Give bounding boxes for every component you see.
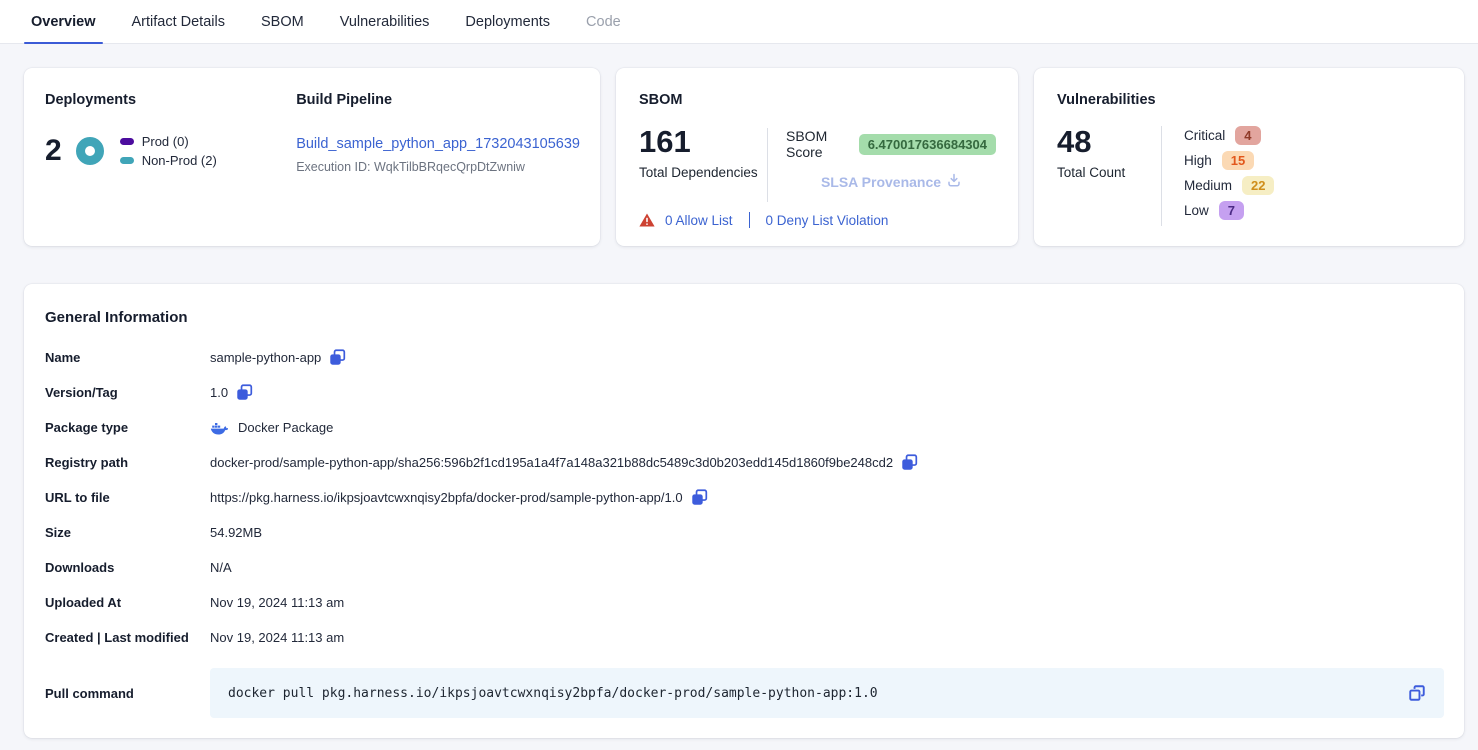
tab-deployments[interactable]: Deployments xyxy=(458,0,557,43)
info-row-pull-command: Pull command docker pull pkg.harness.io/… xyxy=(45,668,1444,718)
deployments-legend: Prod (0) Non-Prod (2) xyxy=(120,130,217,172)
severity-row-low: Low 7 xyxy=(1184,201,1274,220)
info-label: Pull command xyxy=(45,686,210,701)
download-icon xyxy=(947,173,961,190)
legend-item-nonprod: Non-Prod (2) xyxy=(120,153,217,168)
docker-icon xyxy=(210,421,228,435)
info-label: Package type xyxy=(45,420,210,435)
sbom-total: 161 xyxy=(639,126,767,157)
general-information-title: General Information xyxy=(45,309,1444,326)
severity-count-badge: 7 xyxy=(1219,201,1244,220)
build-pipeline-title: Build Pipeline xyxy=(296,92,580,108)
pull-command-box: docker pull pkg.harness.io/ikpsjoavtcwxn… xyxy=(210,668,1444,718)
severity-label: Low xyxy=(1184,203,1209,218)
prod-swatch xyxy=(120,138,134,145)
slsa-provenance-label: SLSA Provenance xyxy=(821,174,941,190)
general-information-card: General Information Name sample-python-a… xyxy=(24,284,1464,738)
info-row-size: Size 54.92MB xyxy=(45,515,1444,550)
info-label: Uploaded At xyxy=(45,595,210,610)
severity-count-badge: 15 xyxy=(1222,151,1254,170)
package-type-value: Docker Package xyxy=(238,420,333,435)
overview-content: Deployments 2 Prod (0) Non-Prod (2) xyxy=(0,44,1478,750)
execution-id: Execution ID: WqkTilbBRqecQrpDtZwniw xyxy=(296,160,580,174)
nonprod-swatch xyxy=(120,157,134,164)
pipeline-link[interactable]: Build_sample_python_app_1732043105639 xyxy=(296,136,580,152)
copy-icon[interactable] xyxy=(329,349,346,366)
info-label: Size xyxy=(45,525,210,540)
divider xyxy=(767,128,768,202)
tab-vulnerabilities[interactable]: Vulnerabilities xyxy=(333,0,437,43)
copy-icon[interactable] xyxy=(691,489,708,506)
tab-overview[interactable]: Overview xyxy=(24,0,103,43)
tab-sbom[interactable]: SBOM xyxy=(254,0,311,43)
severity-list: Critical 4 High 15 Medium 22 Low 7 xyxy=(1184,126,1274,226)
info-label: URL to file xyxy=(45,490,210,505)
version-value: 1.0 xyxy=(210,385,228,400)
size-value: 54.92MB xyxy=(210,525,262,540)
tab-code: Code xyxy=(579,0,628,43)
downloads-value: N/A xyxy=(210,560,232,575)
sbom-score-badge: 6.470017636684304 xyxy=(859,134,996,155)
info-row-name: Name sample-python-app xyxy=(45,340,1444,375)
severity-label: High xyxy=(1184,153,1212,168)
deployments-section: Deployments 2 Prod (0) Non-Prod (2) xyxy=(45,92,276,226)
info-row-package-type: Package type Docker Package xyxy=(45,410,1444,445)
tab-bar: Overview Artifact Details SBOM Vulnerabi… xyxy=(0,0,1478,44)
info-row-downloads: Downloads N/A xyxy=(45,550,1444,585)
registry-path-value: docker-prod/sample-python-app/sha256:596… xyxy=(210,455,893,470)
info-row-uploaded-at: Uploaded At Nov 19, 2024 11:13 am xyxy=(45,585,1444,620)
info-row-version: Version/Tag 1.0 xyxy=(45,375,1444,410)
sbom-score-label: SBOM Score xyxy=(786,128,851,160)
sbom-title: SBOM xyxy=(639,92,996,108)
info-label: Registry path xyxy=(45,455,210,470)
pull-command-value: docker pull pkg.harness.io/ikpsjoavtcwxn… xyxy=(228,686,1408,701)
severity-count-badge: 22 xyxy=(1242,176,1274,195)
sbom-card: SBOM 161 Total Dependencies SBOM Score 6… xyxy=(616,68,1018,246)
url-to-file-value: https://pkg.harness.io/ikpsjoavtcwxnqisy… xyxy=(210,490,683,505)
deployments-title: Deployments xyxy=(45,92,276,108)
tab-artifact-details[interactable]: Artifact Details xyxy=(125,0,232,43)
artifact-name-value: sample-python-app xyxy=(210,350,321,365)
info-label: Version/Tag xyxy=(45,385,210,400)
uploaded-at-value: Nov 19, 2024 11:13 am xyxy=(210,595,344,610)
copy-icon[interactable] xyxy=(901,454,918,471)
summary-cards-row: Deployments 2 Prod (0) Non-Prod (2) xyxy=(24,68,1464,246)
allow-list-link[interactable]: 0 Allow List xyxy=(665,213,733,228)
vulnerabilities-title: Vulnerabilities xyxy=(1057,92,1442,108)
info-row-registry-path: Registry path docker-prod/sample-python-… xyxy=(45,445,1444,480)
deny-list-link[interactable]: 0 Deny List Violation xyxy=(766,213,889,228)
legend-item-prod: Prod (0) xyxy=(120,134,217,149)
info-row-url: URL to file https://pkg.harness.io/ikpsj… xyxy=(45,480,1444,515)
deployments-total: 2 xyxy=(45,136,62,166)
build-pipeline-section: Build Pipeline Build_sample_python_app_1… xyxy=(276,92,580,226)
severity-count-badge: 4 xyxy=(1235,126,1260,145)
severity-label: Medium xyxy=(1184,178,1232,193)
deployments-card: Deployments 2 Prod (0) Non-Prod (2) xyxy=(24,68,600,246)
divider xyxy=(1161,126,1162,226)
divider xyxy=(749,212,750,228)
slsa-provenance-link[interactable]: SLSA Provenance xyxy=(786,173,996,190)
info-label: Created | Last modified xyxy=(45,630,210,645)
info-label: Name xyxy=(45,350,210,365)
sbom-total-label: Total Dependencies xyxy=(639,165,767,180)
vulnerabilities-total: 48 xyxy=(1057,126,1161,157)
vulnerabilities-card: Vulnerabilities 48 Total Count Critical … xyxy=(1034,68,1464,246)
legend-prod-label: Prod (0) xyxy=(142,134,189,149)
info-label: Downloads xyxy=(45,560,210,575)
severity-label: Critical xyxy=(1184,128,1225,143)
deployments-donut-chart xyxy=(76,137,104,165)
severity-row-critical: Critical 4 xyxy=(1184,126,1274,145)
severity-row-high: High 15 xyxy=(1184,151,1274,170)
legend-nonprod-label: Non-Prod (2) xyxy=(142,153,217,168)
info-row-created-modified: Created | Last modified Nov 19, 2024 11:… xyxy=(45,620,1444,655)
created-modified-value: Nov 19, 2024 11:13 am xyxy=(210,630,344,645)
severity-row-medium: Medium 22 xyxy=(1184,176,1274,195)
warning-icon xyxy=(639,213,655,227)
copy-icon[interactable] xyxy=(236,384,253,401)
vulnerabilities-total-label: Total Count xyxy=(1057,165,1161,180)
copy-icon[interactable] xyxy=(1408,684,1426,702)
